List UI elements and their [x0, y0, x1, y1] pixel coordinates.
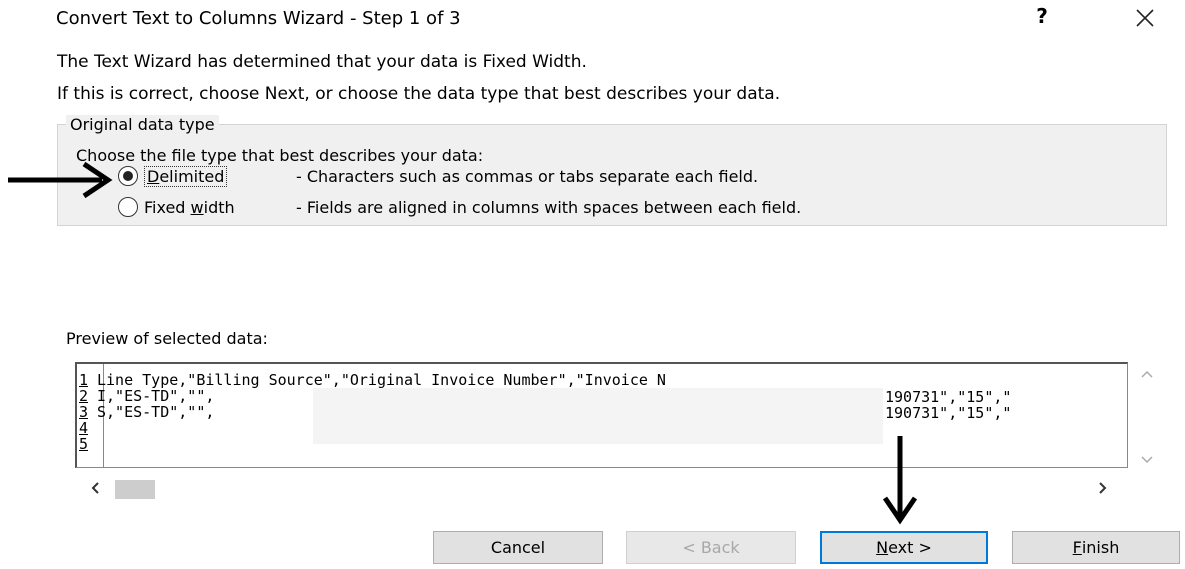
scroll-down-button[interactable]	[1139, 452, 1155, 466]
preview-row: 2 I,"ES-TD","",	[77, 387, 214, 405]
fixed-width-radio[interactable]	[118, 197, 138, 217]
chevron-down-icon	[1141, 456, 1153, 464]
next-button[interactable]: Next >	[820, 531, 988, 564]
detection-message: The Text Wizard has determined that your…	[57, 52, 587, 72]
scroll-up-button[interactable]	[1139, 366, 1155, 380]
chevron-left-icon	[91, 482, 99, 494]
scroll-left-button[interactable]	[86, 479, 104, 497]
row-number: 5	[79, 435, 89, 453]
window-title: Convert Text to Columns Wizard - Step 1 …	[56, 8, 461, 29]
delimited-label[interactable]: Delimited	[144, 165, 228, 187]
row-text: S,"ES-TD","",	[97, 403, 215, 421]
finish-button[interactable]: Finish	[1012, 531, 1180, 564]
help-button[interactable]: ?	[1030, 4, 1054, 32]
horizontal-scrollbar[interactable]	[75, 470, 1130, 506]
annotation-arrow-right-icon	[8, 161, 113, 199]
cancel-button[interactable]: Cancel	[433, 531, 603, 564]
preview-label: Preview of selected data:	[66, 329, 268, 348]
group-label: Original data type	[66, 115, 219, 134]
scroll-right-button[interactable]	[1094, 479, 1112, 497]
delimited-description: - Characters such as commas or tabs sepa…	[296, 167, 759, 186]
chevron-right-icon	[1099, 482, 1107, 494]
horizontal-scroll-thumb[interactable]	[115, 480, 155, 499]
row-text-tail: 190731","15","	[885, 404, 1012, 422]
fixed-width-description: - Fields are aligned in columns with spa…	[296, 198, 802, 217]
chevron-up-icon	[1141, 370, 1153, 378]
instruction-message: If this is correct, choose Next, or choo…	[57, 84, 781, 104]
preview-row: 4	[77, 419, 97, 437]
back-button[interactable]: < Back	[626, 531, 796, 564]
redacted-region	[313, 388, 883, 444]
preview-row: 1 Line Type,"Billing Source","Original I…	[77, 371, 666, 389]
delimited-radio[interactable]	[118, 166, 138, 186]
fixed-width-label[interactable]: Fixed width	[144, 198, 235, 217]
radio-selected-dot	[123, 171, 133, 181]
data-preview-pane[interactable]: 1 Line Type,"Billing Source","Original I…	[75, 362, 1128, 468]
annotation-arrow-down-icon	[882, 436, 918, 525]
preview-row: 3 S,"ES-TD","",	[77, 403, 215, 421]
preview-row: 5	[77, 435, 97, 453]
delimited-radio-option[interactable]: Delimited	[118, 163, 228, 189]
close-icon	[1136, 9, 1154, 27]
fixed-width-radio-option[interactable]: Fixed width	[118, 194, 235, 220]
close-button[interactable]	[1128, 2, 1162, 34]
